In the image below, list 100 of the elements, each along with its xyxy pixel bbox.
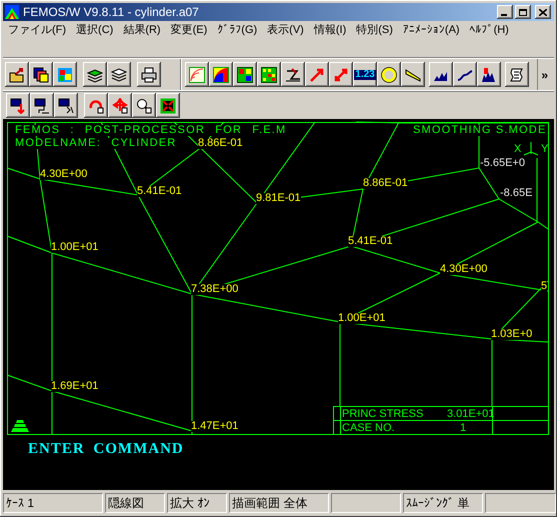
status-cell: ｹｰｽ 1 — [3, 493, 103, 513]
legend-case-label: CASE NO. — [342, 423, 395, 434]
toolbar-button[interactable] — [54, 93, 78, 118]
toolbar-button[interactable] — [53, 62, 77, 87]
toolbar-button[interactable] — [83, 62, 107, 87]
contour-arcs-icon — [189, 66, 205, 82]
monitor-arrow-icon — [10, 98, 26, 114]
toolbar-button[interactable] — [377, 62, 401, 87]
node-value: 1.00E+01 — [51, 242, 98, 253]
status-cell — [485, 493, 556, 513]
maximize-button[interactable] — [515, 5, 531, 19]
window-title: FEMOS/W V9.8.11 - cylinder.a07 — [23, 6, 199, 18]
colored-grid-icon — [237, 66, 253, 82]
toolbar-button[interactable] — [30, 93, 54, 118]
menu-item[interactable]: 変更(E) — [166, 21, 212, 39]
node-value: 9.81E-01 — [256, 193, 301, 204]
node-value: 1.47E+01 — [191, 421, 238, 432]
node-value: 5.41E-01 — [348, 236, 393, 247]
toolbar-button[interactable] — [477, 62, 501, 87]
toolbar-button[interactable] — [429, 62, 453, 87]
menu-item[interactable]: 特別(S) — [351, 21, 398, 39]
toolbar-button[interactable] — [137, 62, 161, 87]
node-value: 4.30E+00 — [440, 264, 488, 275]
menu-item[interactable]: 表示(V) — [262, 21, 309, 39]
status-cell — [331, 493, 401, 513]
menu-item[interactable]: 結果(R) — [118, 21, 166, 39]
toolbar-button[interactable] — [233, 62, 257, 87]
toolbar-button[interactable] — [132, 93, 156, 118]
toolbar-button[interactable] — [185, 62, 209, 87]
double-arrow-icon — [333, 66, 349, 82]
legend-quantity: PRINC STRESS — [342, 409, 424, 420]
node-value: 7.38E+00 — [191, 284, 238, 295]
viewport-header: MODELNAME: CYLINDER — [15, 138, 176, 149]
pyramid-logo-icon — [10, 418, 30, 433]
node-value: -5.65E+0 — [480, 158, 525, 169]
menu-item[interactable]: 選択(C) — [71, 21, 118, 39]
status-cell: ｽﾑｰｼﾞﾝｸﾞ 単 — [403, 493, 483, 513]
fit-view-icon — [160, 98, 176, 114]
menu-item[interactable]: 情報(I) — [308, 21, 352, 39]
toolbar-button[interactable] — [505, 62, 529, 87]
node-value: 1.69E+01 — [51, 381, 98, 392]
ring-icon — [381, 66, 397, 82]
toolbar-button[interactable] — [281, 62, 305, 87]
legend-case: 1 — [460, 423, 466, 434]
toolbar-button[interactable] — [6, 93, 30, 118]
layers-icon — [87, 66, 103, 82]
stacked-pages-icon — [33, 66, 49, 82]
contour-fill-icon — [213, 66, 229, 82]
node-value: 8.86E-01 — [363, 178, 408, 189]
menu-item[interactable]: ファイル(F) — [3, 21, 72, 39]
magnifier-icon — [136, 98, 152, 114]
menu-item[interactable]: ﾍﾙﾌﾟ(H) — [464, 21, 514, 39]
toolbar-button[interactable] — [257, 62, 281, 87]
toolbar-button[interactable] — [209, 62, 233, 87]
monitor-axes-icon — [58, 98, 74, 114]
rotate-icon — [88, 98, 104, 114]
toolbar-button[interactable] — [156, 93, 180, 118]
toolbar-overflow-button[interactable]: » — [537, 59, 551, 90]
menu-item[interactable]: ｸﾞﾗﾌ(G) — [212, 21, 262, 39]
wedge-icon — [405, 66, 421, 82]
minimize-button[interactable] — [497, 5, 513, 19]
viewport-mode: SMOOTHING S.MODE — [413, 125, 546, 136]
menu-item[interactable]: ｱﾆﾒｰｼｮﾝ(A) — [398, 21, 465, 39]
maximize-icon — [519, 8, 527, 16]
close-button[interactable] — [535, 5, 551, 19]
status-cell: 隠線図 — [105, 493, 165, 513]
axis-label: X — [514, 144, 522, 155]
layers-outline-icon — [111, 66, 127, 82]
toolbar-button[interactable] — [401, 62, 425, 87]
axis-label: Y — [541, 144, 548, 155]
toolbar-button[interactable] — [329, 62, 353, 87]
toolbar-button[interactable] — [107, 62, 131, 87]
toolbar-button[interactable] — [5, 62, 29, 87]
bar-peaks-icon — [481, 66, 497, 82]
toolbar-button[interactable] — [453, 62, 477, 87]
move-icon — [112, 98, 128, 114]
status-cell: 描画範囲 全体 — [229, 493, 329, 513]
toolbar-button[interactable] — [84, 93, 108, 118]
scroll-icon — [509, 66, 525, 82]
toolbar-button[interactable] — [305, 62, 329, 87]
monitor-cable-icon — [34, 98, 50, 114]
folder-arrow-icon — [9, 66, 25, 82]
app-icon — [5, 5, 19, 19]
axis-triad-icon — [523, 140, 539, 156]
command-prompt: ENTER COMMAND — [28, 442, 184, 457]
dotted-grid-icon — [261, 66, 277, 82]
colored-pages-icon — [57, 66, 73, 82]
deformed-beam-icon — [285, 66, 301, 82]
toolbar-button[interactable] — [108, 93, 132, 118]
toolbar-button[interactable] — [29, 62, 53, 87]
node-value: 5.41E-01 — [137, 186, 182, 197]
node-value: 1.00E+01 — [338, 313, 386, 324]
toolbar-button[interactable]: 1.23 — [353, 62, 377, 87]
printer-icon — [141, 66, 157, 82]
node-value: 5 — [541, 281, 548, 292]
node-value: 8.86E-01 — [198, 138, 243, 149]
status-cell: 拡大 ｵﾝ — [167, 493, 227, 513]
node-value: -8.65E — [500, 188, 532, 199]
node-value: 1.03E+0 — [491, 329, 532, 340]
close-icon — [539, 8, 547, 16]
